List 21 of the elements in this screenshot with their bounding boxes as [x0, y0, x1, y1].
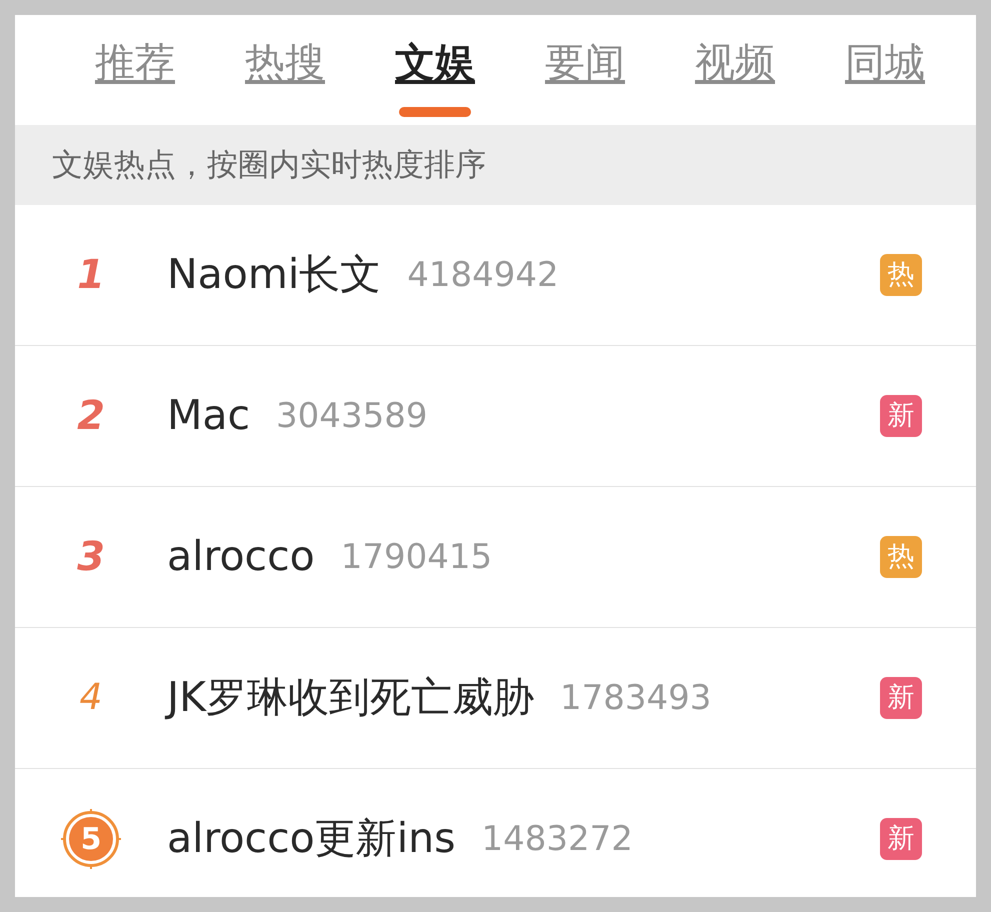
item-title: alrocco更新ins [167, 813, 456, 864]
rank-number: 2 [77, 396, 105, 436]
tag-badge: 新 [880, 677, 922, 719]
heat-count: 1483272 [481, 818, 633, 860]
rank-number: 1 [77, 255, 105, 295]
tag-badge: 新 [880, 818, 922, 860]
tab[interactable]: 文娱 [360, 15, 510, 125]
rank-number: 4 [80, 680, 102, 716]
item-title: JK罗琳收到死亡威胁 [167, 667, 534, 729]
heat-count: 1783493 [560, 676, 712, 720]
heat-count: 3043589 [276, 394, 428, 438]
item-title: Mac [167, 390, 250, 442]
section-subtitle: 文娱热点，按圈内实时热度排序 [52, 146, 486, 185]
tag-badge: 新 [880, 395, 922, 437]
item-title: Naomi长文 [167, 249, 382, 300]
rank-number: 3 [77, 537, 105, 577]
item-title: alrocco [167, 531, 315, 582]
tag-badge: 热 [880, 254, 922, 296]
tag-badge: 热 [880, 536, 922, 578]
heat-count: 4184942 [407, 254, 559, 296]
heat-count: 1790415 [340, 536, 492, 578]
